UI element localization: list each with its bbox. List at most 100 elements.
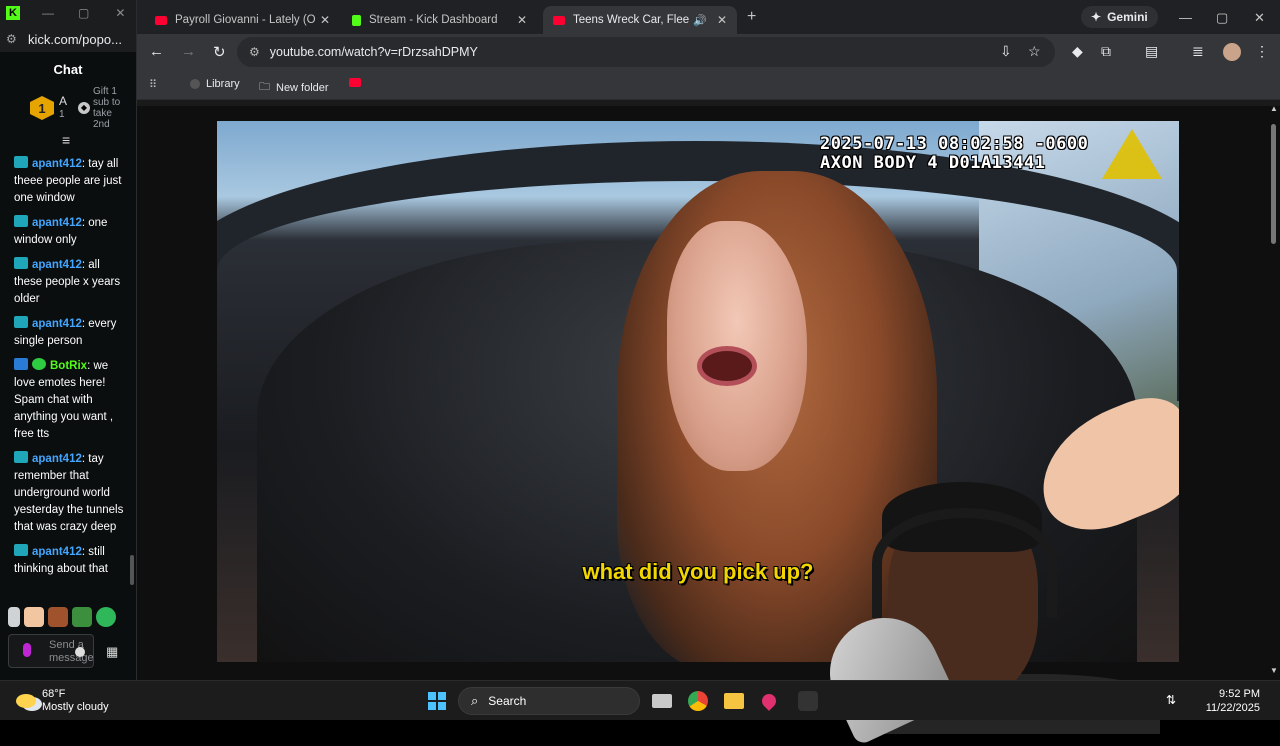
reload-button[interactable]: ↻	[213, 43, 226, 61]
maps-pin-icon[interactable]	[759, 691, 779, 711]
windows-start-icon[interactable]	[428, 692, 446, 710]
emote-icon[interactable]	[72, 607, 92, 627]
chat-messages: apant412: tay all theee people are just …	[0, 156, 128, 586]
user-badge-icon	[14, 316, 28, 328]
forward-button[interactable]: →	[181, 43, 196, 60]
chat-message: apant412: all these people x years older	[14, 257, 128, 308]
chat-username[interactable]: apant412	[32, 453, 82, 465]
user-badge-icon	[14, 156, 28, 168]
bodycam-timestamp: 2025-07-13 08:02:58 -0600	[820, 134, 1089, 154]
verified-badge-icon	[32, 358, 46, 370]
audio-playing-icon[interactable]: 🔊	[693, 14, 707, 27]
pinned-user-initial: A	[59, 94, 68, 108]
emote-icon[interactable]	[24, 607, 44, 627]
browser-toolbar: ← → ↻ ⚙ youtube.com/watch?v=rDrzsahDPMY …	[137, 34, 1280, 70]
app-icon[interactable]	[798, 691, 818, 711]
media-control-icon[interactable]: ▤	[1145, 43, 1158, 60]
minimize-icon[interactable]: —	[1179, 10, 1192, 25]
chat-username[interactable]: apant412	[32, 217, 82, 229]
site-info-icon[interactable]: ⚙	[249, 45, 260, 59]
task-view-icon[interactable]	[652, 694, 672, 708]
store-icon[interactable]: ▦	[106, 644, 118, 660]
mic-icon[interactable]	[23, 643, 31, 657]
scroll-down-icon[interactable]: ▼	[1270, 666, 1278, 675]
new-tab-button[interactable]: +	[747, 8, 756, 26]
extensions-puzzle-icon[interactable]: ⧉	[1101, 43, 1111, 60]
bookmark-label: Library	[206, 78, 240, 90]
tab-kick-dashboard[interactable]: Stream - Kick Dashboard ✕	[342, 6, 537, 34]
close-icon[interactable]: ✕	[1254, 10, 1265, 26]
kick-logo-icon: K	[6, 6, 20, 20]
pinned-user: A 1	[59, 94, 67, 122]
gemini-icon: ✦	[1091, 10, 1102, 24]
chat-username[interactable]: apant412	[32, 546, 82, 558]
youtube-favicon-icon	[553, 15, 565, 25]
tab-close-icon[interactable]: ✕	[717, 13, 727, 27]
chat-scrollbar[interactable]	[130, 555, 134, 585]
youtube-header-strip	[137, 100, 1280, 106]
taskbar: 68°F Mostly cloudy ⌕ Search ⇅ 9:52 PM 11…	[0, 680, 1280, 720]
gemini-button[interactable]: ✦ Gemini	[1081, 6, 1158, 28]
chat-menu-icon[interactable]: ≡	[62, 132, 70, 148]
file-explorer-icon[interactable]	[724, 693, 744, 709]
send-message-input[interactable]: Send a message	[8, 634, 94, 668]
gift-text[interactable]: Gift 1 sub to take 2nd	[93, 86, 123, 132]
kick-url-bar[interactable]: ⚙ kick.com/popo...	[0, 26, 136, 52]
site-settings-icon[interactable]: ⚙	[6, 32, 20, 46]
tab-close-icon[interactable]: ✕	[320, 13, 330, 27]
emote-icon[interactable]	[48, 607, 68, 627]
reading-list-icon[interactable]: ≣	[1192, 43, 1204, 60]
address-bar[interactable]: ⚙ youtube.com/watch?v=rDrzsahDPMY ⇩ ☆	[237, 37, 1055, 67]
kick-titlebar: K — ▢ ✕	[0, 0, 136, 26]
weather-widget[interactable]: 68°F Mostly cloudy	[16, 688, 109, 714]
bodycam-overlay: 2025-07-13 08:02:58 -0600 AXON BODY 4 D0…	[820, 135, 1088, 173]
bookmark-star-icon[interactable]: ☆	[1028, 43, 1041, 60]
pinned-leaderboard[interactable]: 1 A 1 ◆ Gift 1 sub to take 2nd ≡	[0, 86, 136, 148]
emoji-icon[interactable]	[75, 647, 85, 657]
chat-username[interactable]: apant412	[32, 318, 82, 330]
bookmark-label: New folder	[276, 81, 329, 94]
tab-active-video[interactable]: Teens Wreck Car, Flee and 🔊 ✕	[543, 6, 737, 34]
emote-icon[interactable]	[8, 607, 20, 627]
tab-strip: Payroll Giovanni - Lately (Officia ✕ Str…	[137, 0, 1280, 34]
page-scrollbar[interactable]: ▲ ▼	[1270, 104, 1278, 675]
chat-username[interactable]: BotRix	[50, 360, 87, 372]
send-message-placeholder: Send a message	[49, 639, 94, 664]
tab-label: Teens Wreck Car, Flee and	[573, 14, 691, 26]
bookmark-library[interactable]: Library	[190, 78, 240, 90]
chat-text: : we love emotes here! Spam chat with an…	[14, 360, 114, 440]
install-app-icon[interactable]: ⇩	[1000, 43, 1012, 60]
scroll-thumb[interactable]	[1271, 124, 1276, 244]
kick-favicon-icon	[352, 14, 361, 26]
taskbar-search[interactable]: ⌕ Search	[458, 687, 640, 715]
rank-badge: 1	[30, 96, 54, 120]
tab-payroll[interactable]: Payroll Giovanni - Lately (Officia ✕	[145, 6, 340, 34]
chat-message: apant412: tay remember that underground …	[14, 451, 128, 536]
profile-avatar[interactable]	[1223, 43, 1241, 61]
chat-username[interactable]: apant412	[32, 259, 82, 271]
user-badge-icon	[14, 451, 28, 463]
emote-icon[interactable]	[96, 607, 116, 627]
menu-kebab-icon[interactable]: ⋮	[1255, 43, 1269, 60]
network-icon[interactable]: ⇅	[1166, 693, 1176, 707]
bookmark-youtube[interactable]	[349, 78, 361, 87]
tab-close-icon[interactable]: ✕	[517, 13, 527, 27]
maximize-icon[interactable]: ▢	[78, 6, 89, 20]
scroll-up-icon[interactable]: ▲	[1270, 104, 1278, 113]
chat-username[interactable]: apant412	[32, 158, 82, 170]
user-badge-icon	[14, 544, 28, 556]
kick-chat-window: K — ▢ ✕ ⚙ kick.com/popo... Chat 1 A 1 ◆ …	[0, 0, 137, 680]
youtube-favicon-icon	[155, 15, 167, 25]
close-icon[interactable]: ✕	[115, 6, 125, 20]
bookmark-new-folder[interactable]: 🗀 New folder	[259, 78, 329, 97]
extension-diamond-icon[interactable]: ◆	[1072, 43, 1083, 60]
chat-message: apant412: tay all theee people are just …	[14, 156, 128, 207]
minimize-icon[interactable]: —	[42, 6, 54, 20]
maximize-icon[interactable]: ▢	[1216, 10, 1228, 26]
taskbar-clock[interactable]: 9:52 PM 11/22/2025	[1200, 687, 1260, 715]
bodycam-device: AXON BODY 4 D01A13441	[820, 153, 1046, 173]
chrome-taskbar-icon[interactable]	[688, 691, 708, 711]
user-badge-icon	[14, 257, 28, 269]
apps-grid-icon[interactable]: ⠿	[149, 78, 157, 91]
back-button[interactable]: ←	[149, 43, 164, 60]
